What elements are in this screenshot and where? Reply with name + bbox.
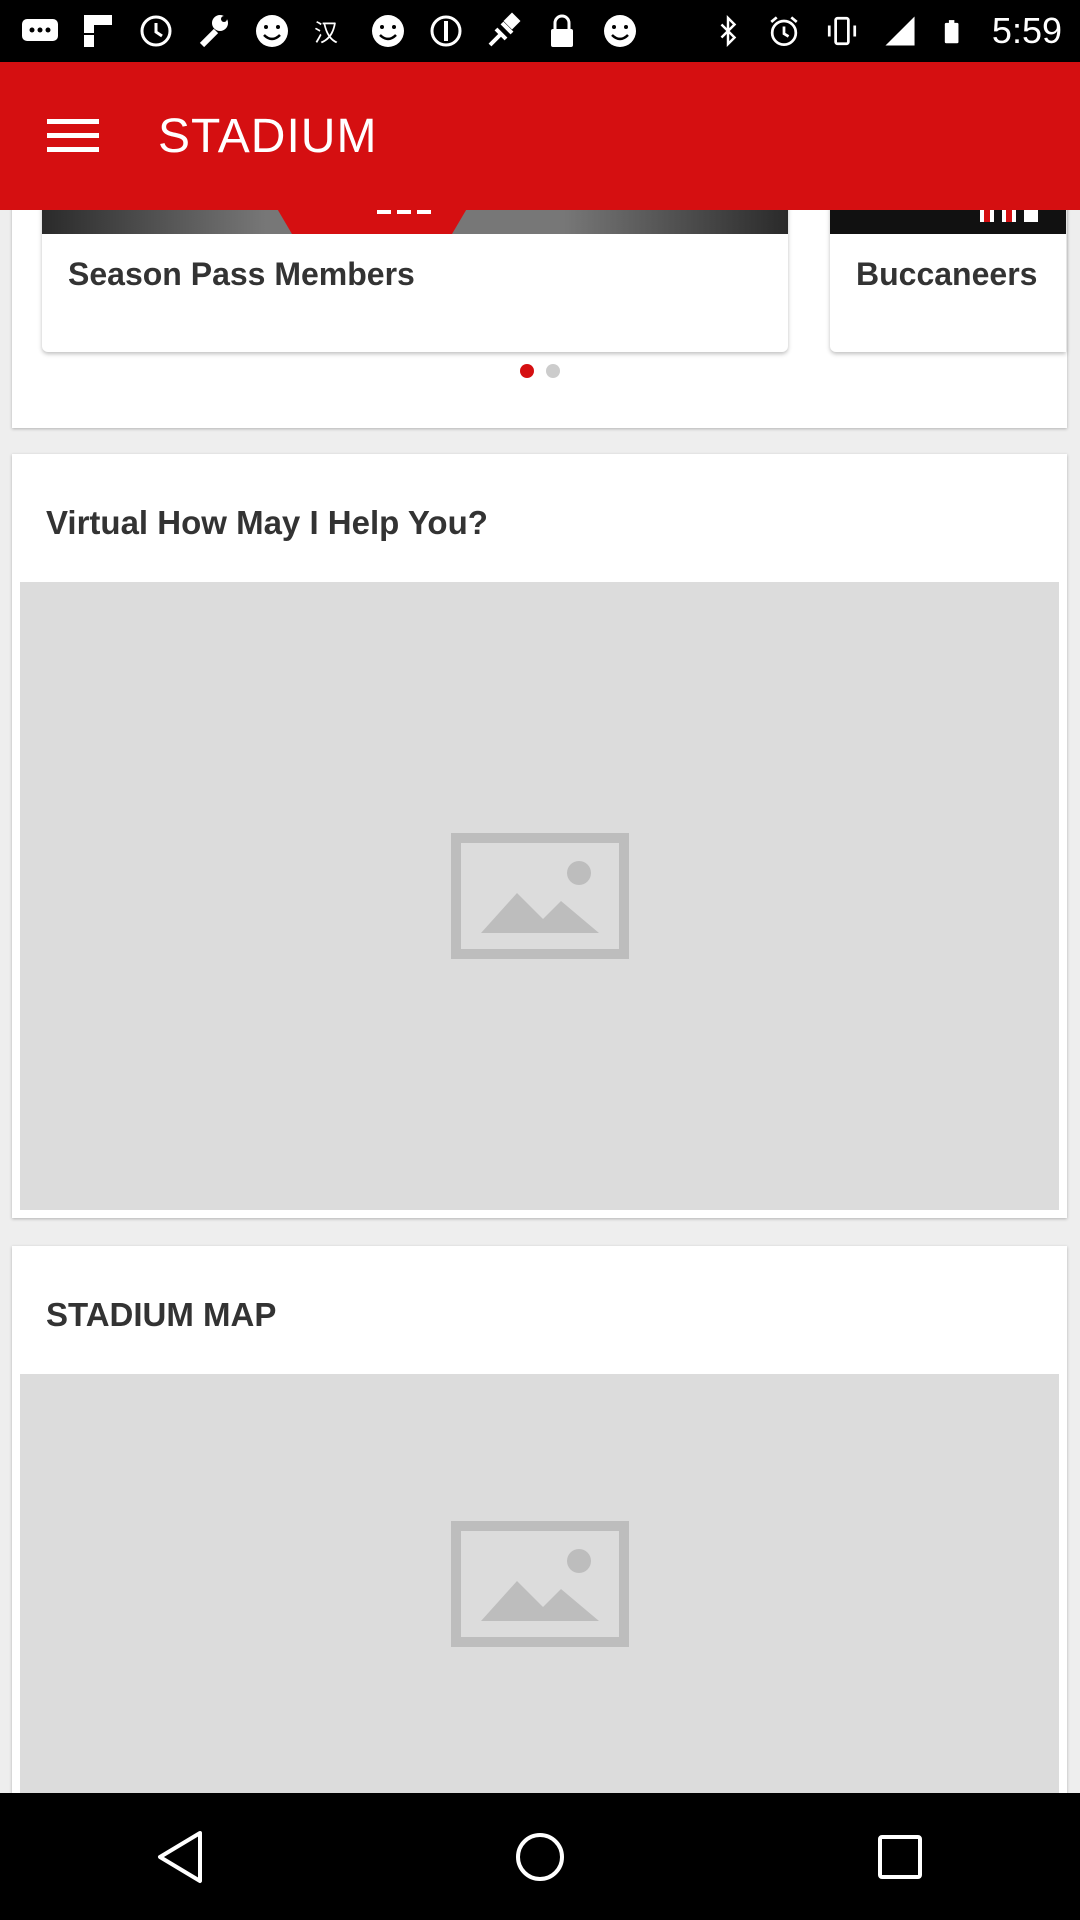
- carousel-slide[interactable]: Season Pass Members: [42, 210, 788, 352]
- home-button[interactable]: [470, 1797, 610, 1917]
- slide-image: [42, 210, 788, 234]
- battery-icon: [944, 20, 959, 44]
- alarm-icon: [770, 16, 798, 46]
- slide-label: Season Pass Members: [68, 256, 415, 292]
- menu-icon: [47, 119, 99, 152]
- slide-label: Buccaneers: [856, 256, 1038, 292]
- section-title: STADIUM MAP: [46, 1296, 277, 1333]
- page-title: STADIUM: [158, 109, 378, 163]
- system-status: 5:59: [710, 9, 1062, 53]
- smiley-icon: [372, 15, 404, 47]
- bluetooth-icon: [720, 14, 737, 48]
- lock-icon: [551, 14, 573, 47]
- fake-gps-icon: [488, 12, 521, 47]
- section-title: Virtual How May I Help You?: [46, 504, 488, 541]
- recents-icon: [878, 1834, 922, 1879]
- app-bar: STADIUM: [0, 62, 1080, 210]
- message-icon: [22, 19, 58, 41]
- virtual-help-card[interactable]: Virtual How May I Help You?: [12, 454, 1067, 1218]
- image-placeholder-icon: [450, 833, 629, 959]
- flipboard-icon: [84, 15, 112, 47]
- language-icon: 汉: [314, 19, 338, 47]
- signal-icon: [885, 16, 915, 46]
- page-dot: [545, 364, 560, 378]
- smiley-icon: [604, 15, 636, 47]
- carousel-indicator: [12, 364, 1067, 378]
- stadium-map-card[interactable]: STADIUM MAP: [12, 1246, 1067, 1793]
- slide-image: [830, 210, 1066, 234]
- image-placeholder-icon: [450, 1521, 629, 1647]
- carousel-slide[interactable]: Buccaneers: [830, 210, 1066, 352]
- wrench-icon: [199, 15, 228, 48]
- main-content[interactable]: Season Pass Members Buccaneers Virtual H…: [0, 210, 1080, 1793]
- recents-button[interactable]: [830, 1797, 970, 1917]
- menu-button[interactable]: [18, 81, 128, 191]
- vibrate-icon: [827, 16, 857, 46]
- page-dot-active: [519, 364, 534, 378]
- home-icon: [516, 1832, 564, 1881]
- circle-icon: [430, 15, 462, 47]
- notification-icons: 汉: [18, 9, 710, 53]
- navigation-bar: [0, 1793, 1080, 1920]
- back-button[interactable]: [110, 1797, 250, 1917]
- status-time: 5:59: [991, 10, 1062, 51]
- back-icon: [158, 1830, 202, 1883]
- image-placeholder[interactable]: [20, 1374, 1059, 1793]
- image-placeholder[interactable]: [20, 582, 1059, 1210]
- status-bar: 汉 5:59: [0, 0, 1080, 62]
- featured-carousel[interactable]: Season Pass Members Buccaneers: [12, 210, 1067, 428]
- clock-icon: [140, 15, 172, 47]
- smiley-icon: [256, 15, 288, 47]
- svg-text:汉: 汉: [314, 19, 338, 47]
